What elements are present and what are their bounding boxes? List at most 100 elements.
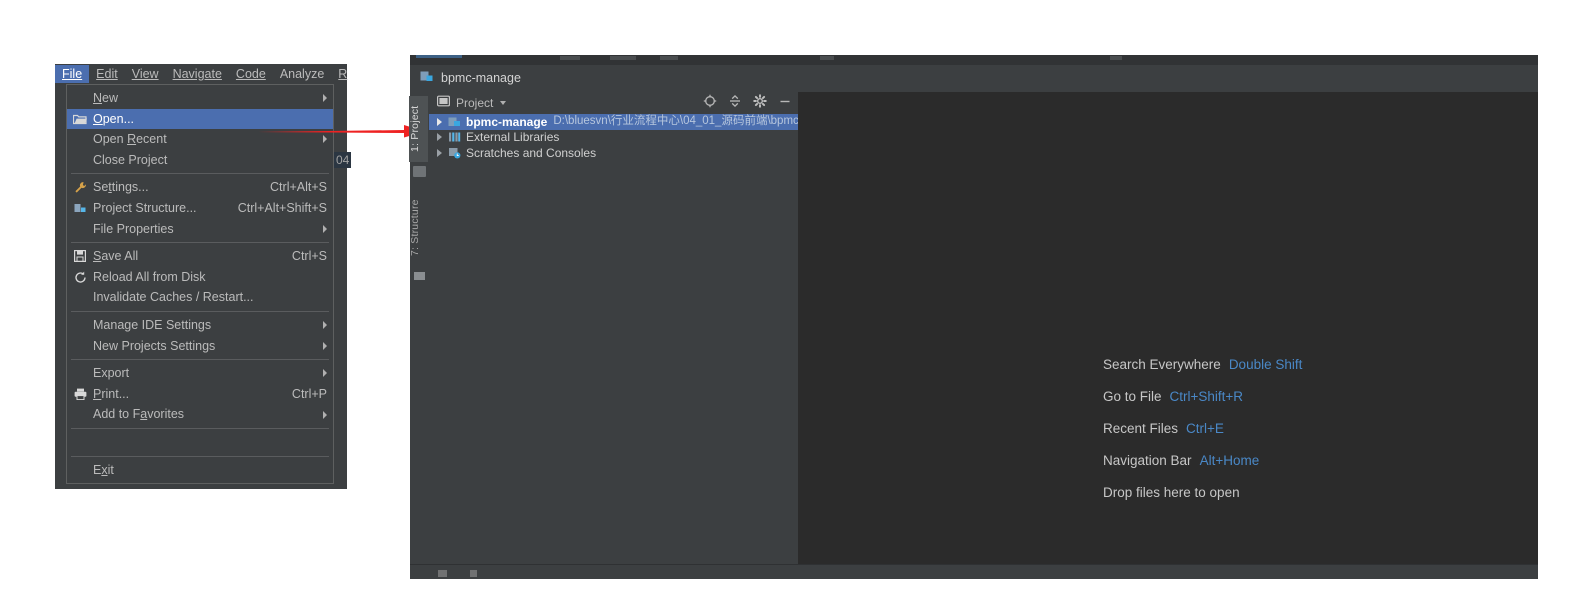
folder-open-icon	[67, 113, 93, 125]
chevron-right-icon[interactable]	[437, 148, 442, 157]
menu-bar-item-edit[interactable]: Edit	[89, 65, 125, 84]
menu-bar-item-analyze[interactable]: Analyze	[273, 65, 331, 84]
chevron-down-icon[interactable]	[500, 101, 507, 105]
menu-bar-item-view[interactable]: View	[125, 65, 166, 84]
project-tool-window: Project bpmc-manage D:\bluesvn\行业流程中心\04…	[429, 92, 798, 579]
toolbar-icon-sliver	[820, 56, 834, 60]
menu-item-exit-label: Exit	[93, 462, 114, 477]
menu-navigate-label: Navigate	[172, 66, 222, 81]
hint-action-label: Go to File	[1103, 388, 1162, 404]
menu-item-add-to-favorites[interactable]: Add to Favorites	[67, 404, 333, 425]
hint-shortcut: Ctrl+E	[1186, 420, 1224, 436]
select-opened-file-icon[interactable]	[703, 94, 717, 113]
file-dropdown-menu[interactable]: New Open... Open Recent Close Project Se…	[66, 84, 334, 485]
project-view-icon	[437, 94, 451, 112]
menu-item-save-all-label: Save All	[93, 249, 139, 264]
menu-separator	[71, 242, 329, 244]
tree-item-label: Scratches and Consoles	[466, 145, 597, 160]
menu-item-manage-ide-settings-label: Manage IDE Settings	[93, 317, 212, 332]
menu-item-reload-all-from-disk[interactable]: Reload All from Disk	[67, 267, 333, 288]
menu-item-close-project[interactable]: Close Project	[67, 150, 333, 171]
table-row[interactable]: External Libraries	[429, 130, 798, 146]
menu-code-label: Code	[235, 66, 266, 81]
hide-panel-icon[interactable]	[778, 94, 792, 113]
table-row[interactable]: Scratches and Consoles	[429, 145, 798, 161]
menu-separator	[71, 173, 329, 175]
menu-separator	[71, 359, 329, 361]
chevron-right-icon	[323, 224, 327, 233]
menu-bar-item-code[interactable]: Code	[229, 65, 273, 84]
structure-stripe-icon	[414, 272, 425, 280]
menu-item-invalidate-caches-label: Invalidate Caches / Restart...	[93, 290, 254, 305]
project-panel-title: Project	[456, 96, 494, 110]
window-title-bar: bpmc-manage	[410, 65, 1538, 92]
project-panel-actions	[703, 93, 792, 113]
menu-edit-label: Edit	[96, 66, 118, 81]
scratches-icon	[448, 147, 461, 159]
list-item: Navigation Bar Alt+Home	[1103, 444, 1302, 476]
table-row[interactable]: bpmc-manage D:\bluesvn\行业流程中心\04_01_源码前端…	[429, 114, 798, 130]
menu-item-new-label: New	[93, 91, 119, 106]
menu-item-power-save-mode[interactable]	[67, 432, 333, 453]
menu-item-new-projects-settings[interactable]: New Projects Settings	[67, 336, 333, 357]
collapse-all-icon[interactable]	[728, 94, 742, 113]
menu-item-project-structure[interactable]: Project Structure... Ctrl+Alt+Shift+S	[67, 198, 333, 219]
menu-item-save-all-accel: Ctrl+S	[291, 249, 327, 264]
chevron-right-icon	[323, 341, 327, 350]
menu-item-export[interactable]: Export	[67, 363, 333, 384]
menu-item-close-project-label: Close Project	[93, 152, 168, 167]
menu-separator	[71, 427, 329, 429]
menu-item-file-properties[interactable]: File Properties	[67, 219, 333, 240]
menu-item-print[interactable]: Print... Ctrl+P	[67, 384, 333, 405]
menu-item-new[interactable]: New	[67, 88, 333, 109]
editor-empty-area[interactable]: Search Everywhere Double Shift Go to Fil…	[798, 92, 1538, 579]
tree-item-label: bpmc-manage	[466, 114, 548, 129]
hint-action-label: Recent Files	[1103, 420, 1179, 436]
right-ide-window: bpmc-manage 1: Project 7: Structure Proj…	[409, 55, 1538, 579]
menu-item-exit[interactable]: Exit	[67, 460, 333, 481]
menu-item-reload-all-from-disk-label: Reload All from Disk	[93, 269, 206, 284]
project-module-icon	[420, 70, 434, 88]
project-stripe-icon	[413, 166, 426, 177]
tool-window-button-project[interactable]: 1: Project	[409, 96, 428, 162]
menu-item-invalidate-caches[interactable]: Invalidate Caches / Restart...	[67, 287, 333, 308]
background-editor-text: 04	[334, 152, 352, 168]
menu-item-file-properties-label: File Properties	[93, 221, 174, 236]
list-item: Go to File Ctrl+Shift+R	[1103, 380, 1302, 412]
editor-hint-list: Search Everywhere Double Shift Go to Fil…	[1103, 348, 1302, 508]
settings-gear-icon[interactable]	[753, 93, 767, 113]
cut-off-toolbar-strip	[410, 55, 1538, 65]
menu-item-save-all[interactable]: Save All Ctrl+S	[67, 246, 333, 267]
hint-action-label: Search Everywhere	[1103, 356, 1221, 372]
terminal-icon[interactable]	[438, 570, 447, 577]
menu-bar-item-file[interactable]: File	[55, 64, 90, 84]
menu-bar: File Edit View Navigate Code Analyze R	[55, 64, 347, 84]
tool-window-stripe-left: 1: Project 7: Structure	[409, 92, 429, 579]
menu-bar-item-navigate[interactable]: Navigate	[166, 65, 229, 84]
menu-bar-item-refactor[interactable]: R	[331, 65, 354, 84]
reload-icon	[67, 271, 93, 284]
toolbar-icon-sliver	[1110, 56, 1122, 60]
tool-window-button-structure[interactable]: 7: Structure	[409, 188, 428, 268]
list-item: Drop files here to open	[1103, 476, 1302, 508]
toolbar-icon-sliver	[560, 56, 580, 60]
toolbar-highlight	[416, 55, 462, 58]
menu-item-settings[interactable]: Settings... Ctrl+Alt+S	[67, 177, 333, 198]
status-bar-cut-off	[410, 564, 1538, 579]
chevron-right-icon[interactable]	[437, 117, 442, 126]
window-title: bpmc-manage	[441, 71, 521, 86]
chevron-right-icon[interactable]	[437, 133, 442, 142]
hint-action-label: Drop files here to open	[1103, 484, 1240, 500]
project-panel-header: Project	[429, 92, 798, 114]
save-icon	[67, 250, 93, 263]
list-item: Search Everywhere Double Shift	[1103, 348, 1302, 380]
menu-item-print-accel: Ctrl+P	[291, 386, 327, 401]
build-icon[interactable]	[470, 570, 477, 577]
hint-action-label: Navigation Bar	[1103, 452, 1192, 468]
hint-shortcut: Ctrl+Shift+R	[1169, 388, 1244, 404]
menu-item-manage-ide-settings[interactable]: Manage IDE Settings	[67, 315, 333, 336]
menu-view-label: View	[131, 66, 159, 81]
libraries-icon	[448, 131, 461, 143]
tree-item-path: D:\bluesvn\行业流程中心\04_01_源码前端\bpmc-mana	[553, 115, 798, 127]
project-tree[interactable]: bpmc-manage D:\bluesvn\行业流程中心\04_01_源码前端…	[429, 114, 798, 565]
